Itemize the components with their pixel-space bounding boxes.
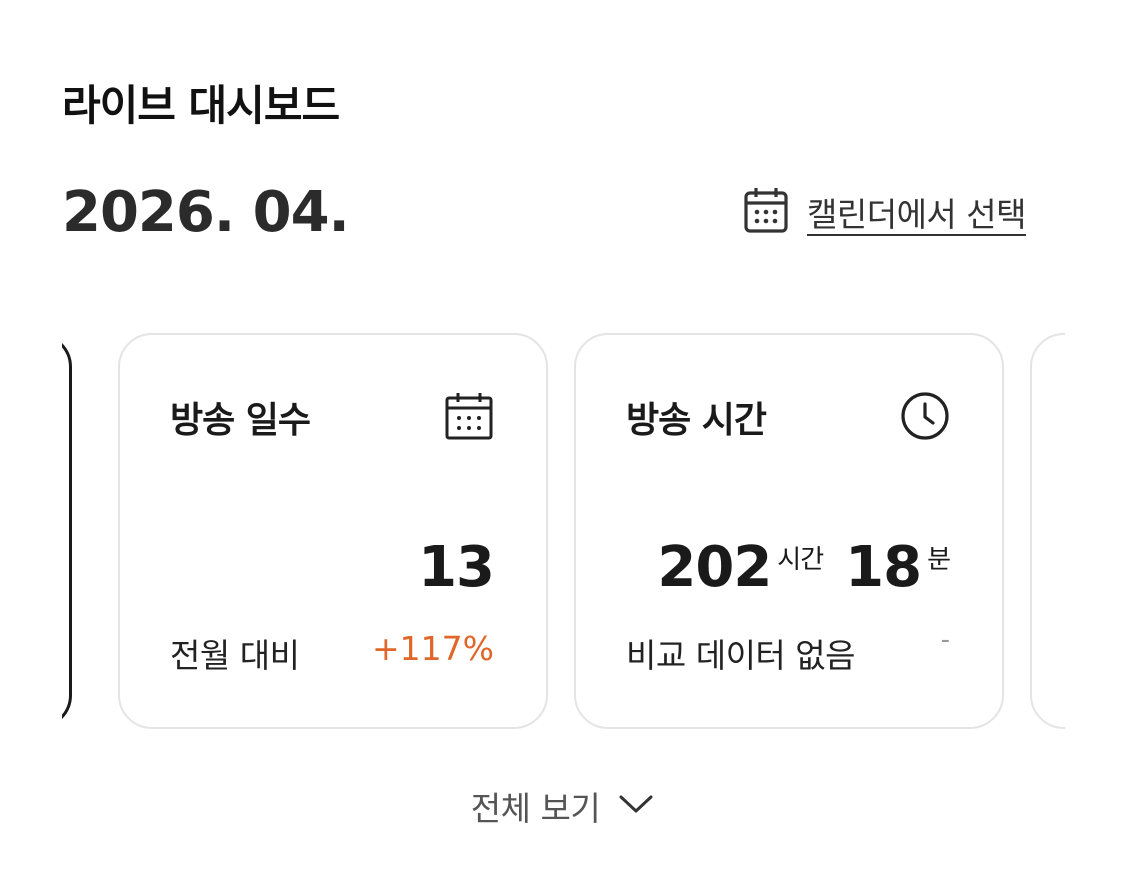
broadcast-days-number: 13: [418, 535, 495, 600]
stat-card-previous[interactable]: [62, 333, 72, 729]
selected-month: 2026. 04.: [62, 180, 350, 245]
page-title: 라이브 대시보드: [62, 81, 340, 130]
view-all-label: 전체 보기: [470, 789, 601, 828]
card-title: 방송 시간: [626, 400, 767, 441]
calendar-icon: [743, 186, 789, 238]
broadcast-time-value: 202 시간 18 분: [657, 535, 951, 600]
stats-carousel[interactable]: 방송 일수 13 전월 대비 +117% 방송 시간 202 시간 18 분 비…: [62, 333, 1065, 729]
hours-unit: 시간: [777, 545, 824, 575]
minutes-number: 18: [845, 535, 922, 600]
live-dashboard-page: 라이브 대시보드 2026. 04. 캘린더에서 선택 방송 일수 13 전월 …: [0, 0, 1125, 882]
minutes-unit: 분: [927, 545, 951, 575]
calendar-select-link[interactable]: 캘린더에서 선택: [743, 186, 1027, 238]
calendar-icon: [444, 391, 494, 441]
compare-value: +117%: [372, 629, 494, 668]
stat-card-broadcast-time[interactable]: 방송 시간 202 시간 18 분 비교 데이터 없음 -: [574, 333, 1004, 729]
compare-label: 비교 데이터 없음: [626, 636, 856, 675]
hours-number: 202: [657, 535, 772, 600]
view-all-button[interactable]: 전체 보기: [0, 782, 1125, 830]
card-title: 방송 일수: [170, 400, 311, 441]
compare-value: -: [940, 625, 950, 655]
chevron-down-icon: [618, 793, 654, 819]
stat-card-broadcast-days[interactable]: 방송 일수 13 전월 대비 +117%: [118, 333, 548, 729]
stat-card-next[interactable]: [1030, 333, 1065, 729]
calendar-select-label: 캘린더에서 선택: [806, 195, 1027, 234]
compare-label: 전월 대비: [170, 636, 300, 675]
clock-icon: [900, 391, 950, 441]
broadcast-days-value: 13: [418, 535, 495, 600]
